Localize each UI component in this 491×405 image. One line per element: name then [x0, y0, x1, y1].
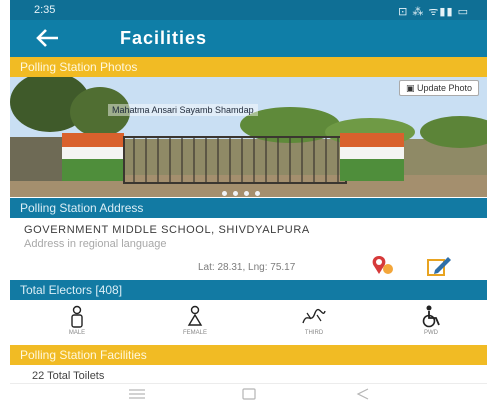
lat-lng-text: Lat: 28.31, Lng: 75.17 — [198, 262, 296, 273]
status-icons: ⊡ ⁂ ᯤ▮▮ ▭ — [398, 6, 469, 18]
section-address-header: Polling Station Address — [10, 198, 487, 218]
facility-item[interactable]: 22 Total Toilets — [32, 370, 104, 382]
carousel-dot-3[interactable] — [244, 191, 249, 196]
electors-row: MALE FEMALE THIRD PWD — [10, 303, 487, 343]
section-photos-header: Polling Station Photos — [10, 57, 487, 77]
back-arrow-icon[interactable] — [34, 26, 62, 50]
third-gender-elector[interactable]: THIRD — [295, 305, 333, 341]
carousel-dot-4[interactable] — [255, 191, 260, 196]
male-label: MALE — [68, 330, 86, 336]
female-icon — [187, 305, 203, 326]
carousel-dot-2[interactable] — [233, 191, 238, 196]
pwd-label: PWD — [424, 330, 438, 336]
carousel-dot-1[interactable] — [222, 191, 227, 196]
address-line-2: Address in regional language — [24, 238, 167, 250]
status-time: 2:35 — [34, 4, 56, 16]
female-elector[interactable]: FEMALE — [176, 305, 214, 341]
status-bar: 2:35 ⊡ ⁂ ᯤ▮▮ ▭ — [10, 0, 487, 20]
polling-station-photo[interactable]: ▣ Update Photo Mahatma Ansari Sayamb Sha… — [10, 77, 487, 197]
third-gender-icon — [302, 308, 326, 324]
third-gender-label: THIRD — [304, 330, 324, 336]
phone-screen: 2:35 ⊡ ⁂ ᯤ▮▮ ▭ Facilities Polling Statio… — [10, 0, 487, 405]
menu-icon[interactable] — [128, 388, 146, 400]
address-line-1: GOVERNMENT MIDDLE SCHOOL, SHIVDYALPURA — [24, 224, 310, 236]
section-facilities-header: Polling Station Facilities — [10, 345, 487, 365]
map-pin-icon[interactable] — [370, 254, 394, 276]
page-title: Facilities — [120, 28, 208, 48]
app-bar: Facilities — [10, 20, 487, 57]
male-elector[interactable]: MALE — [58, 305, 96, 341]
edit-icon[interactable] — [426, 255, 452, 277]
camera-icon: ▣ — [405, 83, 417, 93]
male-icon — [71, 305, 83, 328]
home-icon[interactable] — [242, 388, 256, 400]
back-nav-icon[interactable] — [356, 388, 370, 400]
photo-caption: Mahatma Ansari Sayamb Shamdap — [108, 104, 258, 116]
update-photo-button[interactable]: ▣ Update Photo — [398, 80, 479, 96]
section-electors-header: Total Electors [408] — [10, 280, 487, 300]
pwd-elector[interactable]: PWD — [412, 305, 450, 341]
wheelchair-icon — [422, 305, 440, 328]
android-nav-bar — [10, 383, 487, 405]
female-label: FEMALE — [182, 330, 207, 336]
